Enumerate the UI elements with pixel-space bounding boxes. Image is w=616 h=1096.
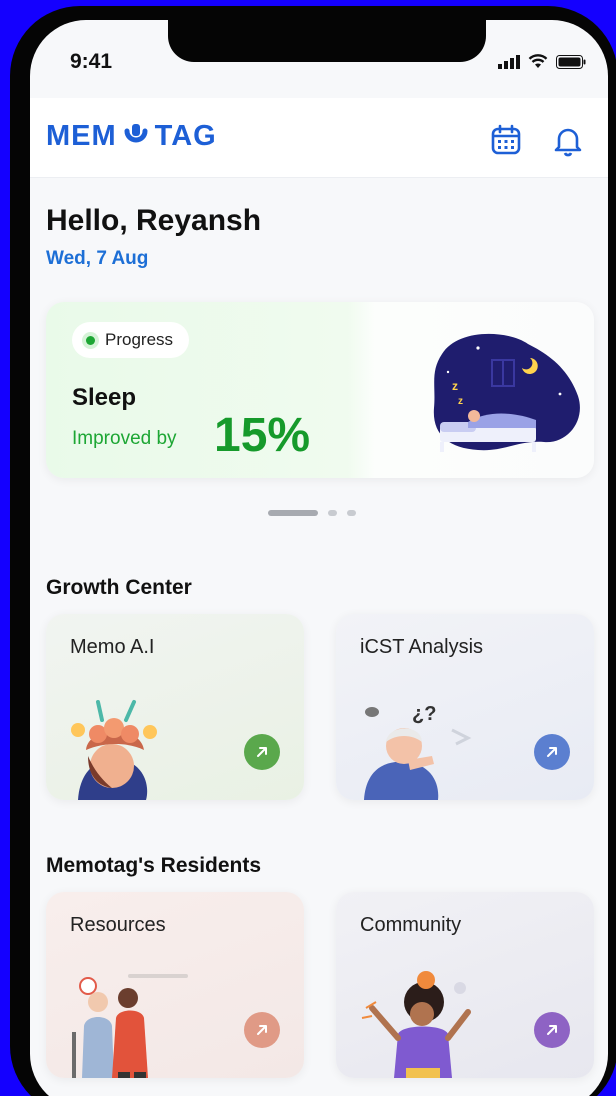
community-illustration: [361, 971, 471, 1078]
sleep-illustration: z z: [433, 333, 580, 452]
progress-badge-label: Progress: [105, 330, 174, 349]
current-date: Wed, 7 Aug: [46, 248, 149, 269]
calendar-icon[interactable]: [488, 122, 524, 158]
tile-label: iCST Analysis: [360, 636, 484, 658]
carousel-dot[interactable]: [328, 510, 337, 516]
tile-label: Community: [360, 914, 462, 936]
tile-resources[interactable]: Resources: [46, 892, 304, 1078]
tile-label: Memo A.I: [70, 636, 155, 658]
residents-title: Memotag's Residents: [46, 854, 262, 877]
progress-badge: Progress: [72, 322, 190, 358]
caregivers-illustration: [72, 974, 188, 1078]
tile-community[interactable]: Community: [336, 892, 594, 1078]
carousel-indicator[interactable]: [268, 510, 356, 516]
logo-text-right: TAG: [154, 120, 217, 152]
brain-illustration: [71, 700, 157, 800]
sleep-progress-card[interactable]: Progress Sleep Improved by 15% z z: [46, 302, 594, 478]
arrow-up-right-icon: [257, 1025, 267, 1035]
thinking-person-illustration: ¿?: [364, 703, 472, 800]
svg-text:¿?: ¿?: [412, 703, 436, 725]
tile-memo-ai[interactable]: Memo A.I: [46, 614, 304, 800]
tile-label: Resources: [70, 914, 166, 936]
open-arrow-button[interactable]: [244, 734, 280, 770]
status-icons: [498, 54, 586, 69]
phone-frame: 9:41 MEM TAG Hello, Reyansh Wed, 7 Aug P…: [10, 6, 616, 1096]
wifi-icon: [528, 54, 548, 68]
status-dot-icon: [86, 335, 95, 345]
svg-text:z: z: [452, 379, 458, 393]
open-arrow-button[interactable]: [534, 1012, 570, 1048]
open-arrow-button[interactable]: [534, 734, 570, 770]
carousel-dot-active[interactable]: [268, 510, 318, 516]
tile-icst-analysis[interactable]: iCST Analysis ¿?: [336, 614, 594, 800]
svg-text:z: z: [458, 396, 463, 407]
screen: 9:41 MEM TAG Hello, Reyansh Wed, 7 Aug P…: [30, 20, 608, 1096]
logo-mark-icon: [124, 123, 148, 142]
card-title: Sleep: [72, 384, 137, 411]
card-subtitle: Improved by: [72, 428, 177, 449]
greeting: Hello, Reyansh: [46, 204, 262, 237]
battery-icon: [556, 54, 586, 69]
status-time: 9:41: [70, 50, 113, 73]
notch: [168, 20, 486, 62]
arrow-up-right-icon: [547, 1025, 557, 1035]
open-arrow-button[interactable]: [244, 1012, 280, 1048]
app-header: MEM TAG: [30, 98, 608, 178]
signal-icon: [498, 54, 520, 69]
progress-value: 15%: [214, 409, 311, 462]
carousel-dot[interactable]: [347, 510, 356, 516]
growth-center-title: Growth Center: [46, 576, 192, 599]
arrow-up-right-icon: [547, 747, 557, 757]
logo-text-left: MEM: [46, 120, 117, 152]
arrow-up-right-icon: [257, 747, 267, 757]
bell-icon[interactable]: [550, 122, 586, 158]
memotag-logo[interactable]: MEM TAG: [46, 120, 217, 153]
